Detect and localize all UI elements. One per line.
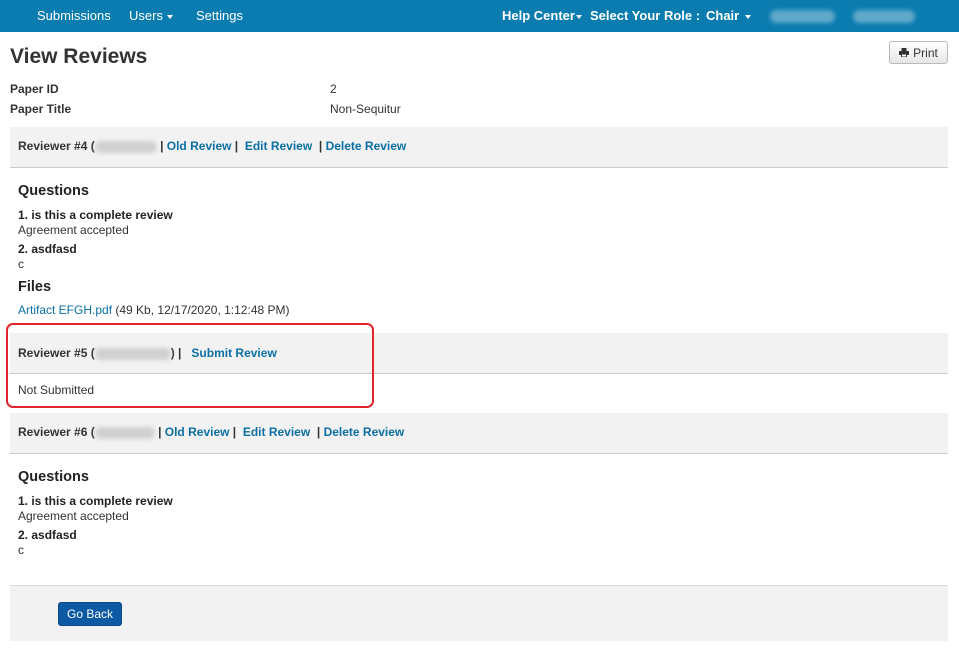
file-link[interactable]: Artifact EFGH.pdf xyxy=(18,303,112,317)
highlight-annotation xyxy=(6,323,374,408)
reviewer-4-name: Reviewer #4 ( xyxy=(18,139,95,153)
nav-submissions[interactable]: Submissions xyxy=(37,8,111,23)
reviewer-6-header: Reviewer #6 ( | Old Review | Edit Review… xyxy=(10,413,948,454)
nav-users-menu[interactable]: Users xyxy=(129,8,173,23)
nav-help-center-label: Help Center xyxy=(502,8,575,23)
chevron-down-icon xyxy=(745,14,752,19)
reviewer-6-questions-heading: Questions xyxy=(18,469,89,485)
nav-users-label: Users xyxy=(129,8,163,23)
separator: | xyxy=(160,139,164,153)
reviewer-4-question-2: 2. asdfasd xyxy=(18,242,77,256)
reviewer-6-redacted-name xyxy=(94,426,155,439)
reviewer-6-question-2: 2. asdfasd xyxy=(18,528,77,542)
reviewer-6-answer-2: c xyxy=(18,543,24,557)
separator: | xyxy=(316,425,321,439)
paper-id-value: 2 xyxy=(330,82,337,96)
reviewer-6-edit-review-link[interactable]: Edit Review xyxy=(243,425,310,439)
chevron-down-icon xyxy=(575,14,582,19)
reviewer-6-name: Reviewer #6 ( xyxy=(18,425,95,439)
page-title: View Reviews xyxy=(10,45,148,68)
reviewer-4-answer-2: c xyxy=(18,257,24,271)
separator: | xyxy=(318,139,323,153)
reviewer-4-files-heading: Files xyxy=(18,279,52,295)
file-meta: (49 Kb, 12/17/2020, 1:12:48 PM) xyxy=(115,303,290,317)
nav-role-menu[interactable]: Chair xyxy=(706,8,752,23)
chevron-down-icon xyxy=(166,14,173,19)
print-button[interactable]: Print xyxy=(889,41,948,64)
user-menu-redacted[interactable] xyxy=(853,10,915,23)
nav-select-role-label: Select Your Role : xyxy=(590,8,701,23)
reviewer-6-old-review-link[interactable]: Old Review xyxy=(165,425,230,439)
separator: | xyxy=(234,139,239,153)
reviewer-4-edit-review-link[interactable]: Edit Review xyxy=(245,139,312,153)
printer-icon xyxy=(899,48,910,57)
separator: | xyxy=(232,425,237,439)
nav-settings[interactable]: Settings xyxy=(196,8,243,23)
go-back-button[interactable]: Go Back xyxy=(58,602,122,626)
reviewer-4-redacted-name xyxy=(94,140,157,153)
reviewer-4-answer-1: Agreement accepted xyxy=(18,223,129,237)
separator: | xyxy=(158,425,162,439)
reviewer-6-delete-review-link[interactable]: Delete Review xyxy=(324,425,405,439)
paper-title-label: Paper Title xyxy=(10,102,72,116)
reviewer-6-answer-1: Agreement accepted xyxy=(18,509,129,523)
reviewer-4-old-review-link[interactable]: Old Review xyxy=(167,139,232,153)
reviewer-4-question-1: 1. is this a complete review xyxy=(18,208,173,222)
paper-title-value: Non-Sequitur xyxy=(330,102,401,116)
reviewer-4-questions-heading: Questions xyxy=(18,183,89,199)
nav-role-label: Chair xyxy=(706,8,740,23)
footer-bar: Go Back xyxy=(10,585,948,641)
top-navbar: Submissions Users Settings Help Center S… xyxy=(0,0,959,32)
reviewer-4-delete-review-link[interactable]: Delete Review xyxy=(326,139,407,153)
reviewer-6-question-1: 1. is this a complete review xyxy=(18,494,173,508)
reviewer-4-header: Reviewer #4 ( | Old Review | Edit Review… xyxy=(10,127,948,168)
print-label: Print xyxy=(913,45,938,60)
paper-id-label: Paper ID xyxy=(10,82,59,96)
nav-help-center-menu[interactable]: Help Center xyxy=(502,8,582,23)
user-name-redacted[interactable] xyxy=(770,10,835,23)
file-row: Artifact EFGH.pdf (49 Kb, 12/17/2020, 1:… xyxy=(18,303,290,317)
